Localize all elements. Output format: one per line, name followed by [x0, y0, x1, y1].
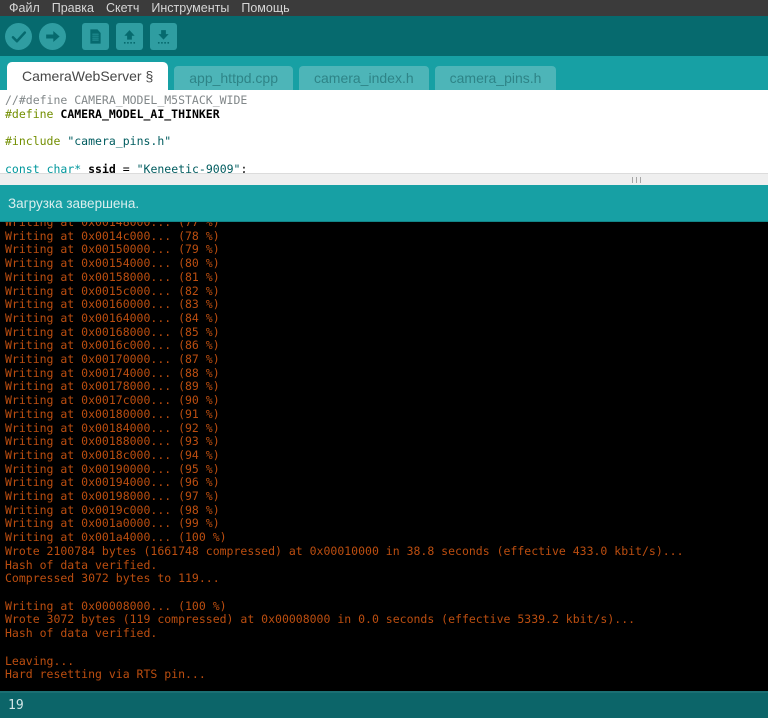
- console-line: Writing at 0x0017c000... (90 %): [5, 394, 768, 408]
- menu-item-tools[interactable]: Инструменты: [145, 0, 235, 16]
- console-line: Writing at 0x00164000... (84 %): [5, 312, 768, 326]
- console-line: Writing at 0x00198000... (97 %): [5, 490, 768, 504]
- right-arrow-icon: [43, 27, 62, 46]
- code-line: //#define CAMERA_MODEL_M5STACK_WIDE: [5, 94, 768, 108]
- console-line: Writing at 0x00180000... (91 %): [5, 408, 768, 422]
- console-line: Writing at 0x00168000... (85 %): [5, 326, 768, 340]
- menu-item-help[interactable]: Помощь: [235, 0, 295, 16]
- console-line: Writing at 0x001a0000... (99 %): [5, 517, 768, 531]
- menu-item-edit[interactable]: Правка: [46, 0, 100, 16]
- tab-camerawebserver[interactable]: CameraWebServer §: [7, 62, 168, 90]
- console-line: Writing at 0x00154000... (80 %): [5, 257, 768, 271]
- code-line: #include "camera_pins.h": [5, 135, 768, 149]
- console-line: Writing at 0x0015c000... (82 %): [5, 285, 768, 299]
- console-line: Writing at 0x00008000... (100 %): [5, 600, 768, 614]
- console-line: Writing at 0x00170000... (87 %): [5, 353, 768, 367]
- console-line: Wrote 2100784 bytes (1661748 compressed)…: [5, 545, 768, 559]
- console-line: Hard resetting via RTS pin...: [5, 668, 768, 682]
- verify-button[interactable]: [5, 23, 32, 50]
- console-line: Writing at 0x00188000... (93 %): [5, 435, 768, 449]
- console-line: Writing at 0x00194000... (96 %): [5, 476, 768, 490]
- menu-item-file[interactable]: Файл: [3, 0, 46, 16]
- console-lines: Writing at 0x00148000... (77 %)Writing a…: [5, 222, 768, 682]
- status-message: Загрузка завершена.: [8, 196, 139, 211]
- console-line: Writing at 0x0019c000... (98 %): [5, 504, 768, 518]
- console-line: Writing at 0x00160000... (83 %): [5, 298, 768, 312]
- code-line: [5, 149, 768, 163]
- check-icon: [9, 27, 28, 46]
- save-button[interactable]: [150, 23, 177, 50]
- tab-camera-pins[interactable]: camera_pins.h: [435, 66, 557, 90]
- up-arrow-tray-icon: [120, 27, 139, 46]
- code-editor[interactable]: //#define CAMERA_MODEL_M5STACK_WIDE#defi…: [0, 90, 768, 173]
- new-sketch-button[interactable]: [82, 23, 109, 50]
- tab-camera-index[interactable]: camera_index.h: [299, 66, 429, 90]
- scrollbar-grip-icon[interactable]: [632, 177, 642, 183]
- console-output[interactable]: Writing at 0x00148000... (77 %)Writing a…: [0, 222, 768, 691]
- console-line: [5, 641, 768, 655]
- horizontal-scrollbar[interactable]: [0, 173, 768, 185]
- code-line: #define CAMERA_MODEL_AI_THINKER: [5, 108, 768, 122]
- down-arrow-tray-icon: [154, 27, 173, 46]
- console-line: Writing at 0x0016c000... (86 %): [5, 339, 768, 353]
- console-line: Writing at 0x00178000... (89 %): [5, 380, 768, 394]
- console-line: Writing at 0x001a4000... (100 %): [5, 531, 768, 545]
- code-line: const char* ssid = "Keneetic-9009";: [5, 163, 768, 173]
- menu-item-sketch[interactable]: Скетч: [100, 0, 145, 16]
- status-bar: Загрузка завершена.: [0, 185, 768, 222]
- console-line: Leaving...: [5, 655, 768, 669]
- toolbar: [0, 16, 768, 56]
- console-line: Hash of data verified.: [5, 627, 768, 641]
- console-line: Writing at 0x00184000... (92 %): [5, 422, 768, 436]
- console-line: [5, 586, 768, 600]
- console-line: Compressed 3072 bytes to 119...: [5, 572, 768, 586]
- tab-app-httpd[interactable]: app_httpd.cpp: [174, 66, 293, 90]
- menubar: ФайлПравкаСкетчИнструментыПомощь: [0, 0, 768, 16]
- console-line: Writing at 0x0014c000... (78 %): [5, 230, 768, 244]
- open-button[interactable]: [116, 23, 143, 50]
- console-line: Writing at 0x00150000... (79 %): [5, 243, 768, 257]
- console-line: Writing at 0x00174000... (88 %): [5, 367, 768, 381]
- console-line: Hash of data verified.: [5, 559, 768, 573]
- line-number: 19: [8, 698, 24, 713]
- upload-button[interactable]: [39, 23, 66, 50]
- console-line: Writing at 0x0018c000... (94 %): [5, 449, 768, 463]
- document-icon: [86, 27, 105, 46]
- console-line: Writing at 0x00158000... (81 %): [5, 271, 768, 285]
- arduino-ide-window: ФайлПравкаСкетчИнструментыПомощь CameraW…: [0, 0, 768, 718]
- tab-bar: CameraWebServer §app_httpd.cppcamera_ind…: [0, 56, 768, 90]
- console-line: Wrote 3072 bytes (119 compressed) at 0x0…: [5, 613, 768, 627]
- code-line: [5, 122, 768, 136]
- footer-strip: 19: [0, 691, 768, 718]
- console-line: Writing at 0x00190000... (95 %): [5, 463, 768, 477]
